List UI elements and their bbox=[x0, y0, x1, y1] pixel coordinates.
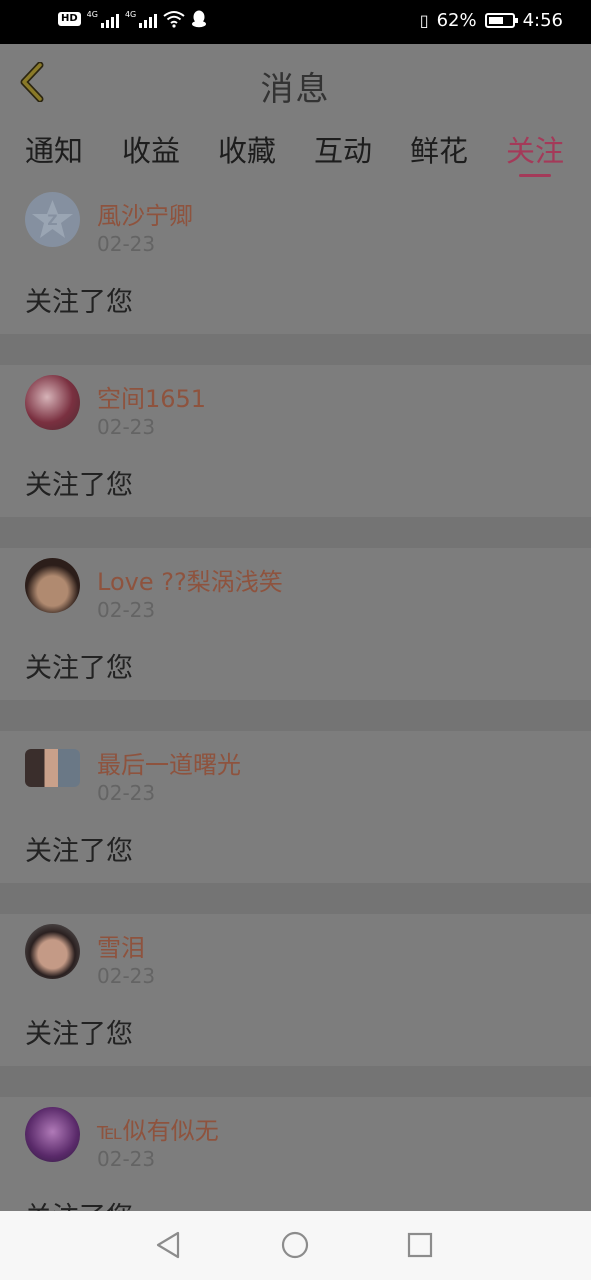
default-avatar-icon: Z bbox=[32, 200, 73, 238]
date: 02-23 bbox=[97, 781, 156, 805]
tab-follows[interactable]: 关注 bbox=[495, 128, 575, 170]
battery-icon bbox=[484, 13, 518, 28]
username[interactable]: ℡似有似无 bbox=[97, 1111, 219, 1146]
action-text: 关注了您 bbox=[25, 287, 133, 318]
username[interactable]: Love ??梨涡浅笑 bbox=[97, 562, 283, 597]
status-left: HD 4G 4G bbox=[58, 10, 207, 28]
hd-icon: HD bbox=[58, 12, 81, 26]
notification-list: Z 風沙宁卿 02-23 关注了您 空间1651 02-23 关注了您 Love… bbox=[0, 182, 591, 1211]
action-text: 关注了您 bbox=[25, 836, 133, 867]
date: 02-23 bbox=[97, 232, 156, 256]
back-triangle-icon bbox=[156, 1231, 180, 1259]
home-circle-icon bbox=[281, 1231, 309, 1259]
avatar[interactable] bbox=[25, 375, 80, 430]
system-nav-bar bbox=[0, 1211, 591, 1280]
action-text: 关注了您 bbox=[25, 470, 133, 501]
qq-icon bbox=[192, 10, 207, 28]
avatar[interactable] bbox=[25, 749, 80, 787]
signal-icon-2: 4G bbox=[124, 10, 158, 28]
username[interactable]: 雪泪 bbox=[97, 928, 145, 963]
action-text: 关注了您 bbox=[25, 1019, 133, 1050]
sim2-label: 4G bbox=[124, 10, 137, 19]
page-title: 消息 bbox=[260, 69, 331, 108]
svg-text:Z: Z bbox=[47, 213, 57, 229]
battery-percent: 62% bbox=[436, 10, 477, 31]
tab-interactions[interactable]: 互动 bbox=[303, 128, 383, 170]
avatar[interactable]: Z bbox=[25, 192, 80, 247]
vibrate-icon: ▯ bbox=[419, 11, 429, 30]
avatar[interactable] bbox=[25, 1107, 80, 1162]
divider bbox=[0, 883, 591, 914]
divider bbox=[0, 334, 591, 365]
divider bbox=[0, 517, 591, 548]
list-item[interactable]: Love ??梨涡浅笑 02-23 关注了您 bbox=[0, 548, 591, 700]
date: 02-23 bbox=[97, 415, 156, 439]
list-item[interactable]: ℡似有似无 02-23 关注了您 bbox=[0, 1097, 591, 1211]
clock: 4:56 bbox=[522, 10, 563, 31]
date: 02-23 bbox=[97, 598, 156, 622]
active-tab-indicator bbox=[519, 174, 551, 177]
tab-earnings[interactable]: 收益 bbox=[111, 128, 191, 170]
list-item[interactable]: Z 風沙宁卿 02-23 关注了您 bbox=[0, 182, 591, 334]
status-bar: HD 4G 4G ▯ 62% 4:56 bbox=[0, 0, 591, 44]
avatar[interactable] bbox=[25, 558, 80, 613]
list-item[interactable]: 雪泪 02-23 关注了您 bbox=[0, 914, 591, 1066]
nav-back-button[interactable] bbox=[152, 1229, 184, 1261]
tab-flowers[interactable]: 鲜花 bbox=[399, 128, 479, 170]
username[interactable]: 空间1651 bbox=[97, 379, 206, 414]
wifi-icon bbox=[163, 11, 185, 28]
list-item[interactable]: 空间1651 02-23 关注了您 bbox=[0, 365, 591, 517]
date: 02-23 bbox=[97, 964, 156, 988]
tab-favorites[interactable]: 收藏 bbox=[207, 128, 287, 170]
nav-home-button[interactable] bbox=[279, 1229, 311, 1261]
avatar[interactable] bbox=[25, 924, 80, 979]
username[interactable]: 最后一道曙光 bbox=[97, 745, 241, 780]
tab-notice[interactable]: 通知 bbox=[14, 128, 94, 170]
recents-square-icon bbox=[407, 1232, 433, 1258]
sim1-label: 4G bbox=[86, 10, 98, 19]
tab-bar: 通知 收益 收藏 互动 鲜花 关注 bbox=[0, 120, 591, 182]
date: 02-23 bbox=[97, 1147, 156, 1171]
header: 消息 bbox=[0, 44, 591, 120]
status-right: ▯ 62% 4:56 bbox=[420, 10, 563, 31]
divider bbox=[0, 700, 591, 731]
username[interactable]: 風沙宁卿 bbox=[97, 196, 193, 231]
divider bbox=[0, 1066, 591, 1097]
list-item[interactable]: 最后一道曙光 02-23 关注了您 bbox=[0, 731, 591, 883]
action-text: 关注了您 bbox=[25, 1195, 133, 1211]
nav-recents-button[interactable] bbox=[404, 1229, 436, 1261]
action-text: 关注了您 bbox=[25, 653, 133, 684]
signal-icon: 4G bbox=[87, 10, 119, 28]
